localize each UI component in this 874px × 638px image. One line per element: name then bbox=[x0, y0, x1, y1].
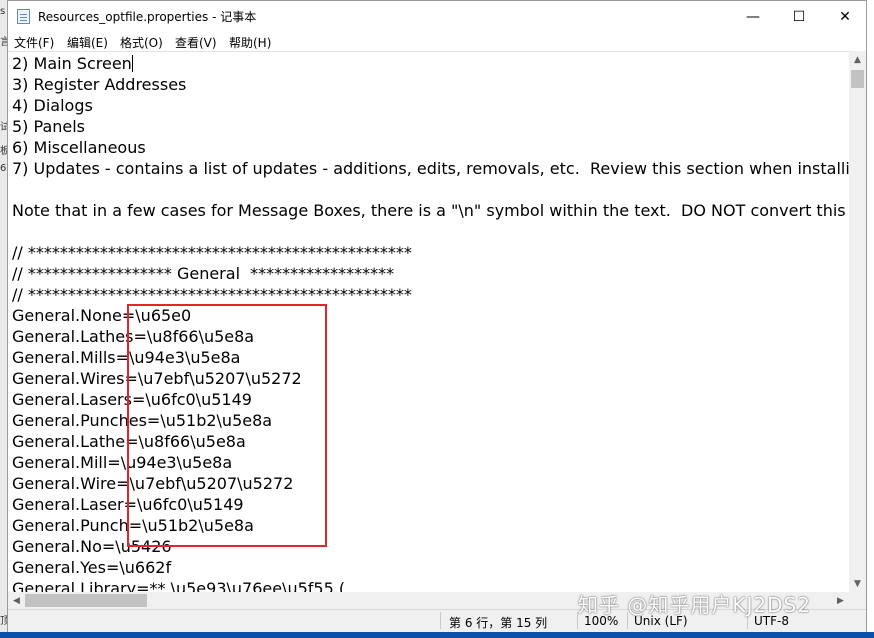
background-char: 6 bbox=[0, 163, 7, 174]
menu-file[interactable]: 文件(F) bbox=[14, 34, 54, 51]
red-highlight-box bbox=[127, 304, 327, 547]
editor-line: 7) Updates - contains a list of updates … bbox=[12, 159, 849, 178]
editor-line: 4) Dialogs bbox=[12, 96, 93, 115]
title-bar[interactable]: Resources_optfile.properties - 记事本 — ☐ ✕ bbox=[8, 1, 866, 32]
status-separator bbox=[440, 612, 441, 629]
editor-line: 2) Main Screen bbox=[12, 54, 133, 73]
text-caret bbox=[131, 55, 133, 72]
menu-help[interactable]: 帮助(H) bbox=[229, 34, 271, 51]
scroll-up-arrow-icon[interactable]: ▲ bbox=[849, 51, 866, 68]
window-title: Resources_optfile.properties - 记事本 bbox=[38, 10, 257, 24]
notepad-window: Resources_optfile.properties - 记事本 — ☐ ✕… bbox=[7, 0, 867, 632]
editor-line: 6) Miscellaneous bbox=[12, 138, 146, 157]
close-button[interactable]: ✕ bbox=[822, 1, 868, 32]
menu-bar: 文件(F) 编辑(E) 格式(O) 查看(V) 帮助(H) bbox=[8, 32, 866, 51]
notepad-app-icon bbox=[17, 9, 30, 24]
text-editor[interactable]: 2) Main Screen 3) Register Addresses 4) … bbox=[8, 51, 849, 593]
maximize-button[interactable]: ☐ bbox=[776, 1, 822, 32]
editor-line: // *************************************… bbox=[12, 285, 412, 304]
scrollbar-corner bbox=[849, 592, 866, 609]
taskbar-strip bbox=[0, 632, 874, 638]
menu-format[interactable]: 格式(O) bbox=[120, 34, 163, 51]
horizontal-scroll-thumb[interactable] bbox=[25, 594, 147, 607]
editor-line: 5) Panels bbox=[12, 117, 86, 136]
editor-line: Note that in a few cases for Message Box… bbox=[12, 201, 849, 220]
zhihu-watermark: 知乎 @知乎用户KJ2DS2 bbox=[578, 593, 811, 617]
editor-line: General.Library=** \u5e93\u76ee\u5f55 ( bbox=[12, 579, 346, 593]
scroll-left-arrow-icon[interactable]: ◀ bbox=[8, 592, 25, 609]
vertical-scrollbar[interactable]: ▲ ▼ bbox=[849, 51, 866, 592]
scroll-down-arrow-icon[interactable]: ▼ bbox=[849, 575, 866, 592]
scroll-right-arrow-icon[interactable]: ▶ bbox=[832, 592, 849, 609]
editor-line: // ****************** General **********… bbox=[12, 264, 395, 283]
cursor-position: 第 6 行，第 15 列 bbox=[449, 616, 548, 630]
vertical-scroll-thumb[interactable] bbox=[851, 70, 864, 88]
editor-line: 3) Register Addresses bbox=[12, 75, 187, 94]
editor-line: General.Yes=\u662f bbox=[12, 558, 172, 577]
menu-view[interactable]: 查看(V) bbox=[175, 34, 217, 51]
background-char: s bbox=[0, 6, 6, 17]
minimize-button[interactable]: — bbox=[730, 1, 776, 32]
menu-edit[interactable]: 编辑(E) bbox=[67, 34, 108, 51]
editor-line: // *************************************… bbox=[12, 243, 412, 262]
